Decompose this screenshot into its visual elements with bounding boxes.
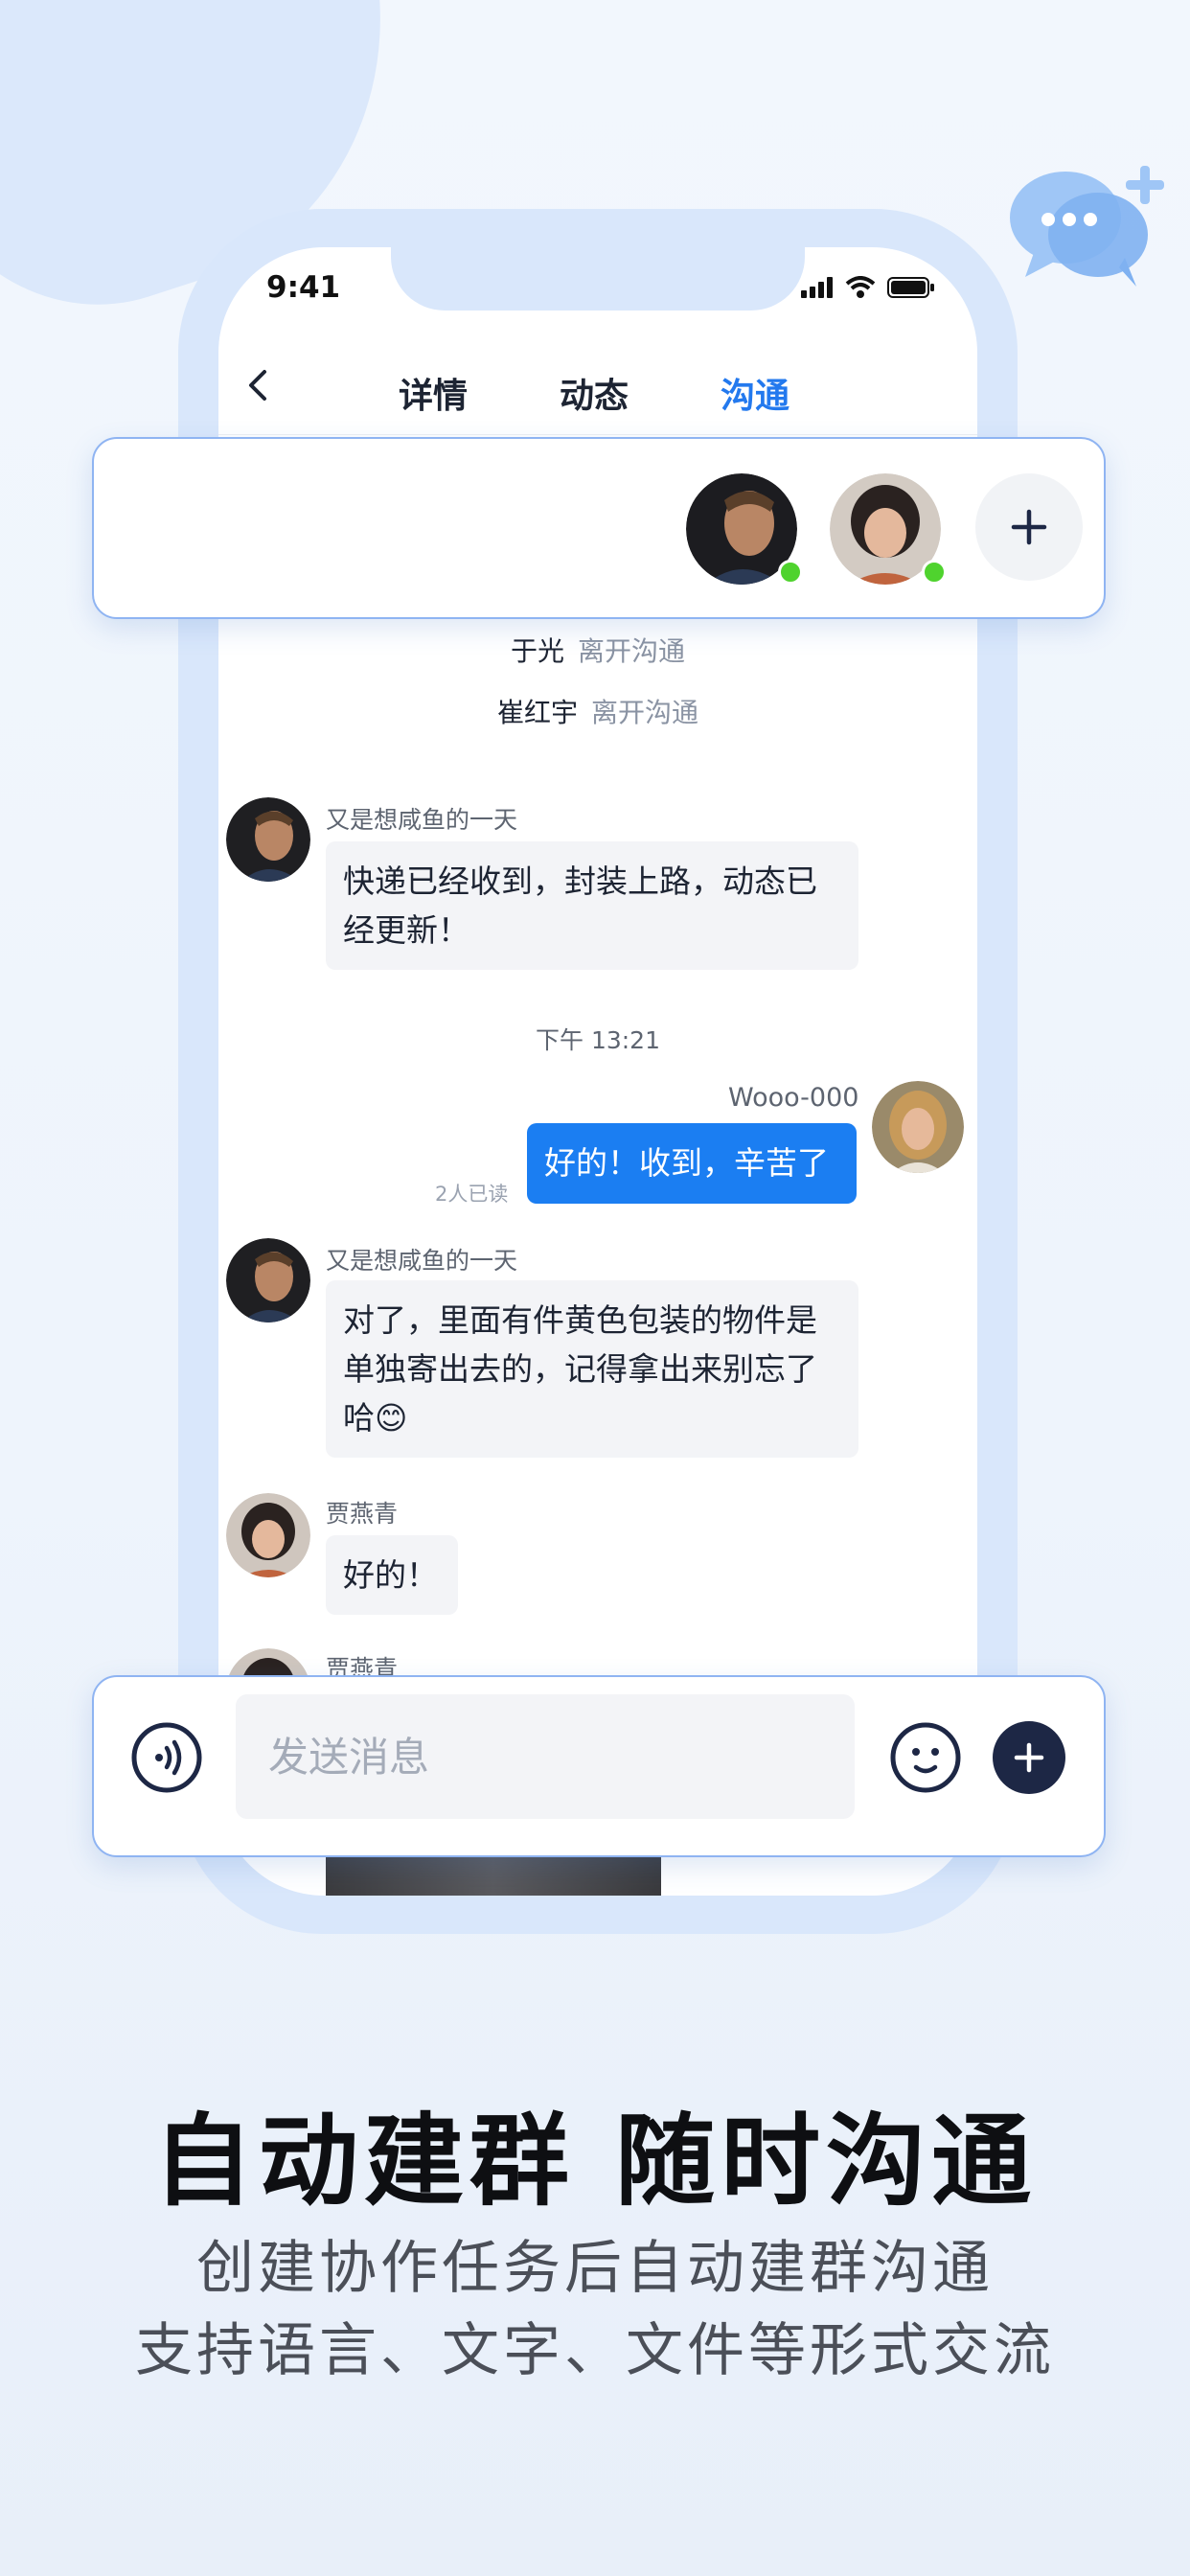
plus-icon <box>1014 1742 1044 1773</box>
message-line: 快递已经收到，封装上路，动态已 <box>343 862 817 900</box>
message-bubble[interactable]: 好的！ <box>326 1535 458 1615</box>
sender-name: 又是想咸鱼的一天 <box>326 806 518 834</box>
message-line: 哈😊 <box>343 1399 408 1437</box>
sender-name: Wooo-000 <box>728 1083 859 1113</box>
message-bubble-sent[interactable]: 好的！收到，辛苦了 <box>527 1123 857 1204</box>
message-bubble[interactable]: 对了，里面有件黄色包装的物件是 单独寄出去的，记得拿出来别忘了 哈😊 <box>326 1280 858 1458</box>
avatar-woman[interactable] <box>226 1493 310 1577</box>
system-name: 于光 <box>510 635 564 667</box>
chat-bubbles-decoration-icon <box>1010 166 1164 287</box>
back-arrow-icon[interactable] <box>240 366 278 404</box>
signal-icon <box>801 277 833 298</box>
chat-timestamp: 下午 13:21 <box>536 1026 660 1054</box>
system-text: 离开沟通 <box>591 697 699 728</box>
system-name: 崔红宇 <box>496 697 578 728</box>
voice-input-icon[interactable] <box>130 1721 203 1794</box>
message-input[interactable] <box>236 1694 855 1819</box>
shared-photo[interactable] <box>326 1857 661 1896</box>
avatar-woman-curly[interactable] <box>872 1081 964 1173</box>
status-time: 9:41 <box>266 270 341 305</box>
message-bubble[interactable]: 快递已经收到，封装上路，动态已 经更新！ <box>326 841 858 970</box>
top-nav: 详情 动态 沟通 <box>218 343 977 435</box>
avatar-man[interactable] <box>226 797 310 882</box>
online-indicator <box>778 560 803 585</box>
sender-name: 又是想咸鱼的一天 <box>326 1247 518 1275</box>
plus-icon <box>1011 509 1047 545</box>
subheadline: 支持语言、文字、文件等形式交流 <box>135 2317 1055 2384</box>
sender-name: 贾燕青 <box>326 1500 399 1528</box>
system-text: 离开沟通 <box>578 635 686 667</box>
tab-chat[interactable]: 沟通 <box>721 368 790 418</box>
subheadline: 创建协作任务后自动建群沟通 <box>196 2235 994 2302</box>
message-input-bar <box>92 1675 1106 1857</box>
wifi-icon <box>845 276 876 298</box>
tab-activity[interactable]: 动态 <box>560 368 629 418</box>
status-icons <box>801 276 935 299</box>
more-actions-button[interactable] <box>993 1721 1065 1794</box>
battery-icon <box>887 277 934 298</box>
online-indicator <box>922 560 947 585</box>
message-line: 单独寄出去的，记得拿出来别忘了 <box>343 1350 817 1388</box>
system-message: 于光 离开沟通 <box>218 631 977 669</box>
phone-notch <box>391 247 805 310</box>
message-line: 经更新！ <box>343 911 469 949</box>
headline: 自动建群 随时沟通 <box>152 2103 1038 2220</box>
read-receipt: 2人已读 <box>435 1183 509 1206</box>
emoji-icon[interactable] <box>889 1721 962 1794</box>
avatar-man[interactable] <box>226 1238 310 1322</box>
message-line: 对了，里面有件黄色包装的物件是 <box>343 1301 817 1339</box>
participants-card <box>92 437 1106 619</box>
add-participant-button[interactable] <box>975 473 1083 581</box>
system-message: 崔红宇 离开沟通 <box>218 692 977 730</box>
tab-details[interactable]: 详情 <box>399 368 468 418</box>
